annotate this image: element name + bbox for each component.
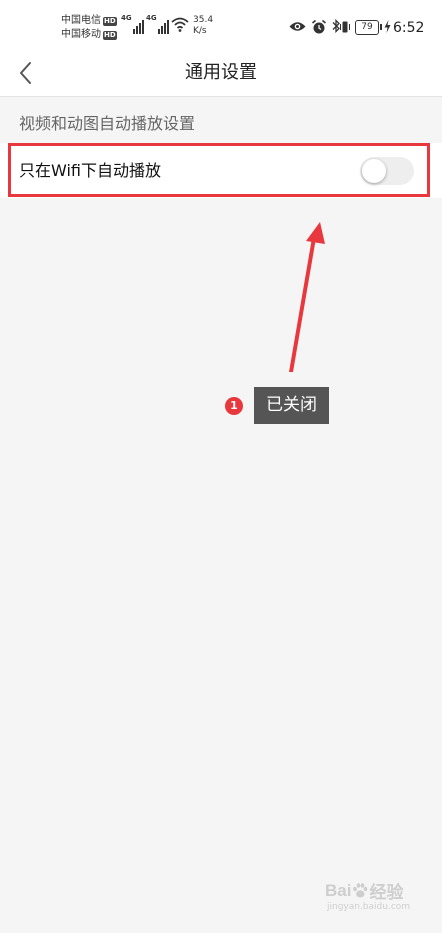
- alarm-icon: [311, 19, 327, 34]
- wifi-icon: [171, 17, 189, 32]
- battery-tip: [380, 24, 382, 30]
- status-bar: 中国电信 HD 中国移动 HD 4G 4G 35.4 K/s 79 6:52: [0, 0, 442, 50]
- carrier-info: 中国电信 HD 中国移动 HD: [61, 14, 117, 42]
- annotation-arrow-icon: [289, 222, 325, 372]
- chevron-left-icon: [20, 62, 31, 84]
- net-speed-value: 35.4: [193, 15, 214, 25]
- nav-bar: 通用设置: [0, 50, 442, 97]
- annotation-label: 已关闭: [254, 387, 329, 424]
- battery-icon: 79: [355, 20, 379, 35]
- carrier-1-name: 中国电信: [61, 15, 101, 26]
- section-header: 视频和动图自动播放设置: [19, 114, 196, 133]
- hd-badge-1: HD: [103, 16, 117, 26]
- setting-label: 只在Wifi下自动播放: [19, 161, 161, 180]
- annotation-step-badge: 1: [225, 397, 243, 415]
- back-button[interactable]: [10, 58, 40, 88]
- watermark-logo: Bai 经验: [325, 880, 404, 903]
- hd-badge-2: HD: [103, 30, 117, 40]
- toggle-knob: [362, 159, 386, 183]
- watermark-url: jingyan.baidu.com: [327, 902, 411, 912]
- baidu-watermark: Bai 经验 jingyan.baidu.com: [325, 872, 430, 916]
- bluetooth-icon: [332, 19, 340, 33]
- carrier-2-name: 中国移动: [61, 29, 101, 40]
- signal-2-label: 4G: [146, 14, 157, 22]
- signal-1-icon: 4G: [121, 14, 144, 34]
- signal-2-icon: 4G: [146, 14, 169, 34]
- battery-level: 79: [361, 22, 373, 32]
- status-time: 6:52: [393, 20, 425, 36]
- page-title: 通用设置: [185, 62, 257, 83]
- signal-1-label: 4G: [121, 14, 132, 22]
- paw-icon: [353, 882, 368, 898]
- net-speed-unit: K/s: [193, 26, 207, 36]
- eye-icon: [289, 22, 306, 31]
- vibrate-icon: [340, 21, 350, 33]
- autoplay-toggle[interactable]: [360, 157, 414, 185]
- charging-icon: [384, 20, 391, 33]
- net-speed: 35.4 K/s: [193, 15, 213, 37]
